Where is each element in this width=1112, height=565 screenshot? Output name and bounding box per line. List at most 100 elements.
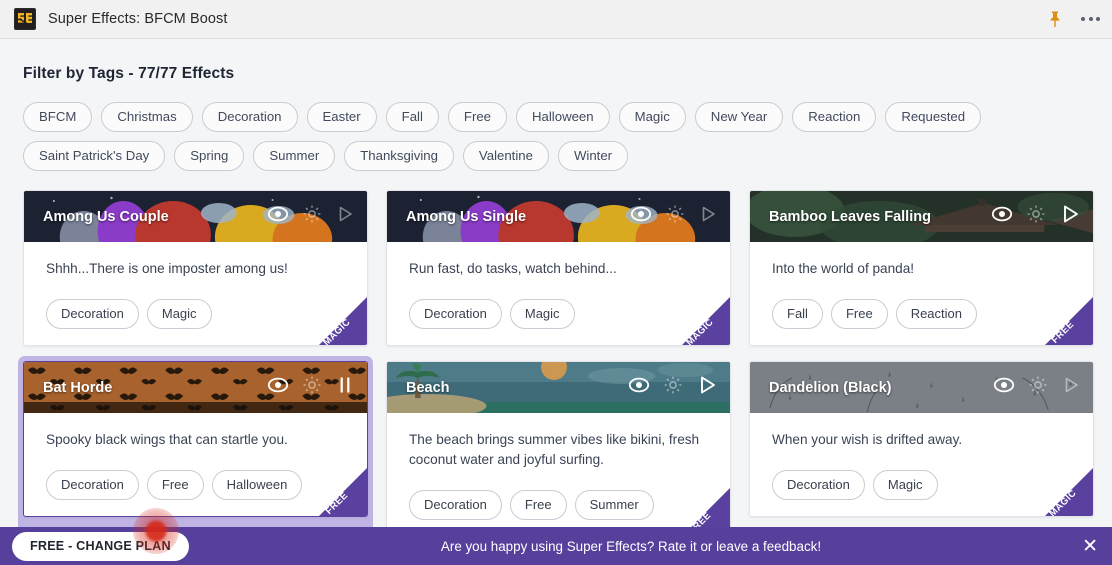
play-icon[interactable] <box>335 204 355 229</box>
play-icon[interactable] <box>1059 203 1081 230</box>
effect-card-header: Dandelion (Black) <box>750 362 1093 414</box>
play-icon[interactable] <box>1061 375 1081 400</box>
effect-card-body: When your wish is drifted away. Decorati… <box>750 413 1093 517</box>
filter-tag-chip[interactable]: Free <box>447 102 508 133</box>
effect-tag[interactable]: Decoration <box>409 489 502 520</box>
effect-card-wrapper: Among Us Single Run fast, do tasks, watc… <box>386 190 731 347</box>
filter-tag-chip[interactable]: Summer <box>253 141 336 172</box>
effect-card[interactable]: Bamboo Leaves Falling Into the world of … <box>749 190 1094 347</box>
filter-tag-chip[interactable]: Spring <box>174 141 245 172</box>
effect-card-actions <box>630 204 718 229</box>
more-options-icon[interactable] <box>1081 17 1100 21</box>
filter-tag-chip[interactable]: Thanksgiving <box>344 141 454 172</box>
effect-description: Shhh...There is one imposter among us! <box>46 261 288 277</box>
effect-card-wrapper: Beach The beach brings summer vibes like… <box>386 361 731 537</box>
effect-card-header: Beach <box>387 362 730 414</box>
effect-card-title: Bamboo Leaves Falling <box>769 208 931 225</box>
filter-tag-chip[interactable]: Christmas <box>101 102 193 133</box>
eye-icon[interactable] <box>630 205 652 228</box>
effect-card-body: Run fast, do tasks, watch behind... Deco… <box>387 242 730 346</box>
effect-card-title: Bat Horde <box>43 379 113 396</box>
effect-description: Run fast, do tasks, watch behind... <box>409 261 617 277</box>
effect-tag[interactable]: Decoration <box>46 299 139 330</box>
effect-tag-list: Decoration Magic <box>409 299 712 330</box>
effect-tag[interactable]: Decoration <box>409 299 502 330</box>
effect-tag[interactable]: Magic <box>509 299 575 330</box>
eye-icon[interactable] <box>628 376 650 399</box>
effect-card-title: Among Us Single <box>406 208 527 225</box>
effect-card[interactable]: Bat Horde Spooky black wings that can st… <box>23 361 368 518</box>
filter-tag-chip[interactable]: New Year <box>694 102 784 133</box>
filter-tag-chip[interactable]: Requested <box>885 102 982 133</box>
tag-filter-list: BFCM Christmas Decoration Easter Fall Fr… <box>0 83 1090 172</box>
filter-tag-chip[interactable]: Reaction <box>792 102 877 133</box>
eye-icon[interactable] <box>991 205 1013 228</box>
effect-tag[interactable]: Halloween <box>211 470 303 501</box>
effect-card-title: Dandelion (Black) <box>769 379 892 396</box>
effect-description: Into the world of panda! <box>772 261 915 277</box>
effect-tag[interactable]: Magic <box>146 299 212 330</box>
effect-description: When your wish is drifted away. <box>772 432 963 448</box>
close-icon[interactable]: ✕ <box>1082 537 1098 556</box>
effect-card-wrapper: Bamboo Leaves Falling Into the world of … <box>749 190 1094 347</box>
effect-card[interactable]: Beach The beach brings summer vibes like… <box>386 361 731 537</box>
effect-tag[interactable]: Free <box>146 470 204 501</box>
filter-tag-chip[interactable]: Easter <box>306 102 377 133</box>
effect-tag[interactable]: Decoration <box>772 470 865 501</box>
window-titlebar: Super Effects: BFCM Boost <box>0 0 1112 39</box>
filter-tag-chip[interactable]: Winter <box>557 141 629 172</box>
effect-card-actions <box>628 374 718 401</box>
filter-tag-chip[interactable]: Fall <box>385 102 439 133</box>
effect-tag[interactable]: Summer <box>574 489 654 520</box>
effect-tag[interactable]: Decoration <box>46 470 139 501</box>
filter-tag-chip[interactable]: Decoration <box>201 102 298 133</box>
eye-icon[interactable] <box>267 376 289 399</box>
effect-card-actions <box>993 375 1081 400</box>
effect-tag[interactable]: Free <box>509 489 567 520</box>
play-icon[interactable] <box>696 374 718 401</box>
effect-card[interactable]: Among Us Couple Shhh...There is one impo… <box>23 190 368 347</box>
eye-icon[interactable] <box>993 376 1015 399</box>
pause-icon[interactable] <box>335 374 355 401</box>
gear-icon[interactable] <box>1026 204 1046 229</box>
effect-card-wrapper: Among Us Couple Shhh...There is one impo… <box>23 190 368 347</box>
effect-tag-list: Fall Free Reaction <box>772 299 1075 330</box>
filter-tag-chip[interactable]: Valentine <box>462 141 549 172</box>
change-plan-button[interactable]: FREE - CHANGE PLAN <box>12 531 189 561</box>
main-content: Filter by Tags - 77/77 Effects BFCM Chri… <box>0 39 1112 565</box>
effect-card[interactable]: Dandelion (Black) When your wish is drif… <box>749 361 1094 518</box>
play-icon[interactable] <box>698 204 718 229</box>
effect-card-title: Among Us Couple <box>43 208 169 225</box>
effect-card-body: Shhh...There is one imposter among us! D… <box>24 242 367 346</box>
gear-icon[interactable] <box>1028 375 1048 400</box>
filter-heading: Filter by Tags - 77/77 Effects <box>23 65 235 82</box>
pin-icon[interactable] <box>1047 10 1063 28</box>
effect-description: The beach brings summer vibes like bikin… <box>409 432 700 468</box>
effect-description: Spooky black wings that can startle you. <box>46 432 288 448</box>
effect-card-wrapper: Dandelion (Black) When your wish is drif… <box>749 361 1094 536</box>
effect-card-actions <box>267 374 355 401</box>
eye-icon[interactable] <box>267 205 289 228</box>
filter-tag-chip[interactable]: Halloween <box>516 102 610 133</box>
effect-tag[interactable]: Reaction <box>895 299 977 330</box>
filter-tag-chip[interactable]: BFCM <box>23 102 93 133</box>
effect-tag[interactable]: Fall <box>772 299 823 330</box>
gear-icon[interactable] <box>665 204 685 229</box>
effect-tag[interactable]: Magic <box>872 470 938 501</box>
filter-tag-chip[interactable]: Magic <box>618 102 686 133</box>
effect-tag-list: Decoration Magic <box>772 470 1075 501</box>
bottom-status-bar: FREE - CHANGE PLAN Are you happy using S… <box>0 527 1112 565</box>
effect-tag-list: Decoration Free Summer <box>409 489 712 520</box>
gear-icon[interactable] <box>663 375 683 400</box>
effect-card-header: Bamboo Leaves Falling <box>750 191 1093 243</box>
super-effects-logo-icon <box>14 8 36 30</box>
gear-icon[interactable] <box>302 204 322 229</box>
effect-card-header: Among Us Couple <box>24 191 367 243</box>
effect-tag[interactable]: Free <box>830 299 888 330</box>
gear-icon[interactable] <box>302 375 322 400</box>
filter-tag-chip[interactable]: Saint Patrick's Day <box>23 141 166 172</box>
effect-card[interactable]: Among Us Single Run fast, do tasks, watc… <box>386 190 731 347</box>
effect-card-header: Bat Horde <box>24 362 367 414</box>
effect-card-actions <box>991 203 1081 230</box>
effect-card-body: Spooky black wings that can startle you.… <box>24 413 367 517</box>
